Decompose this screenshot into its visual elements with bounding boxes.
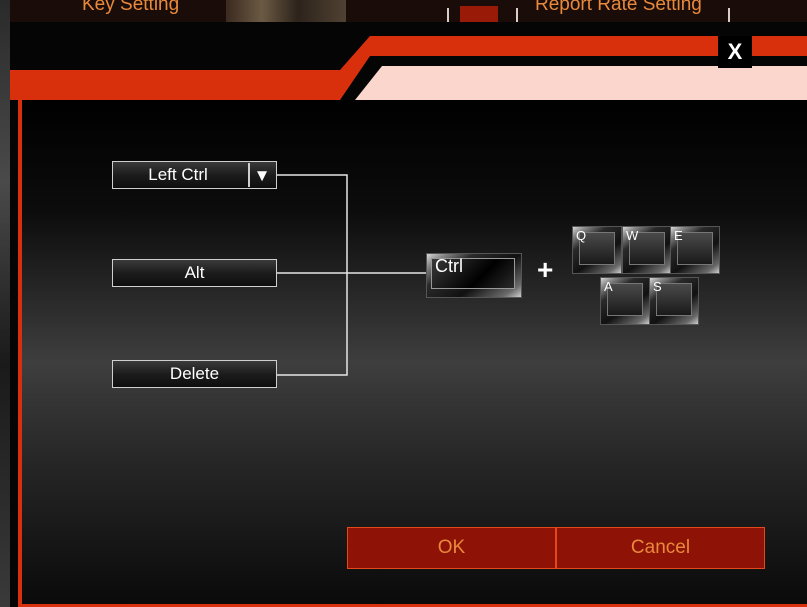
key-setting-tab[interactable]: Key Setting (82, 0, 179, 16)
ok-button[interactable]: OK (347, 527, 556, 569)
divider (728, 8, 730, 22)
keycap-s-label: S (653, 279, 662, 294)
dialog-header (10, 36, 807, 102)
keycap-a-label: A (604, 279, 613, 294)
keycap-q: Q (572, 226, 622, 274)
keycap-w-label: W (626, 228, 639, 243)
modifier-field-alt[interactable]: Alt (112, 259, 277, 287)
divider (516, 8, 518, 22)
keycap-e: E (670, 226, 720, 274)
keycap-s: S (649, 277, 699, 325)
plus-sign: + (537, 254, 554, 285)
cancel-button[interactable]: Cancel (556, 527, 765, 569)
ctrl-keycap-label: Ctrl (435, 256, 463, 276)
background-window-edge (0, 0, 10, 607)
keycap-a: A (600, 277, 650, 325)
keycap-q-label: Q (576, 228, 587, 243)
report-rate-setting-tab[interactable]: Report Rate Setting (535, 0, 702, 16)
keycap-e-label: E (674, 228, 683, 243)
keycap-w: W (622, 226, 672, 274)
background-window-tabs: Key Setting Report Rate Setting (0, 0, 807, 22)
modifier-dropdown-value: Left Ctrl (148, 165, 208, 184)
background-tab-indicator (460, 6, 498, 22)
divider (447, 8, 449, 22)
modifier-field-delete[interactable]: Delete (112, 360, 277, 388)
modifier-dropdown[interactable]: Left Ctrl ▼ (112, 161, 277, 189)
chevron-down-icon[interactable]: ▼ (248, 163, 274, 187)
close-button[interactable]: X (718, 36, 752, 68)
ctrl-keycap: Ctrl (426, 253, 522, 298)
background-artwork (226, 0, 346, 22)
